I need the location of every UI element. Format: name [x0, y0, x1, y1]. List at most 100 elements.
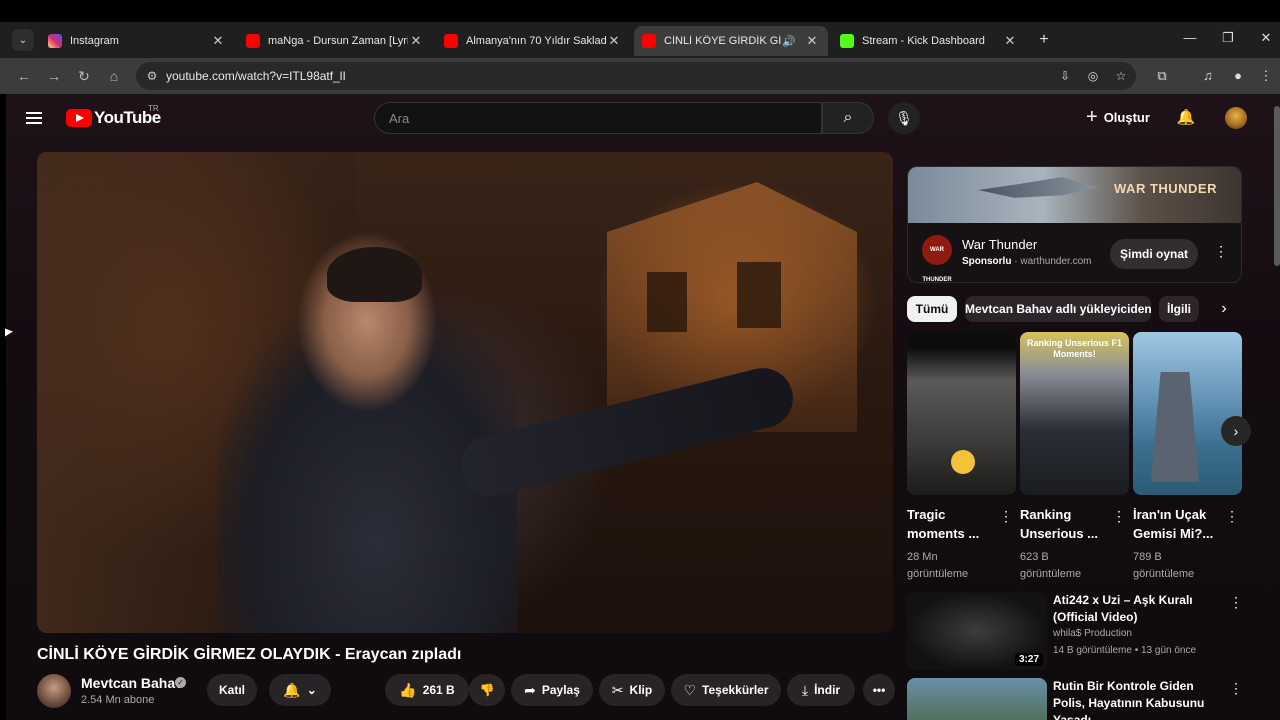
dislike-button[interactable]: 👎: [469, 674, 505, 706]
recommendation-channel[interactable]: whila$ Production: [1053, 628, 1132, 639]
tab-search-dropdown-icon[interactable]: ⌄: [12, 29, 34, 51]
filter-chips: Tümü Mevtcan Bahav adlı yükleyiciden İlg…: [907, 296, 1247, 324]
youtube-page: YouTube TR Ara ⌕ 🎙 + Oluştur 🔔 CİNLİ KÖY…: [6, 94, 1280, 720]
tab-cinli-koye-active[interactable]: CİNLİ KÖYE GİRDİK GİRMEZ 🔊 ✕: [634, 26, 828, 56]
forward-arrow-icon[interactable]: →: [44, 66, 64, 86]
search-input[interactable]: Ara: [374, 102, 822, 134]
eye-off-icon[interactable]: ◎: [1084, 68, 1102, 84]
chip-all[interactable]: Tümü: [907, 296, 957, 322]
youtube-header: YouTube TR Ara ⌕ 🎙 + Oluştur 🔔: [6, 94, 1280, 144]
bookmark-star-icon[interactable]: ☆: [1112, 68, 1130, 84]
more-vertical-icon[interactable]: ⋮: [1229, 594, 1243, 611]
youtube-icon: [444, 34, 458, 48]
more-actions-button[interactable]: •••: [863, 674, 895, 706]
more-vertical-icon[interactable]: ⋮: [1225, 508, 1239, 525]
minimize-icon[interactable]: —: [1180, 30, 1200, 45]
url-text[interactable]: youtube.com/watch?v=ITL98atf_lI: [166, 69, 346, 83]
thanks-label: Teşekkürler: [702, 683, 769, 697]
download-button[interactable]: ⤓ İndir: [787, 674, 855, 706]
maximize-icon[interactable]: ❐: [1218, 30, 1238, 46]
search-button[interactable]: ⌕: [822, 102, 874, 134]
youtube-logo[interactable]: YouTube TR: [66, 104, 161, 128]
short-item[interactable]: İran'ın Uçak Gemisi Mi?... 789 B görüntül…: [1133, 332, 1242, 583]
page-scrollbar[interactable]: [1274, 106, 1280, 266]
tab-manga-dursun-zaman[interactable]: maNga - Dursun Zaman [Lyrics ✕: [238, 26, 432, 56]
close-icon[interactable]: ✕: [210, 33, 226, 49]
recommendation-item[interactable]: 3:27 Ati242 x Uzi – Aşk Kuralı (Official…: [907, 592, 1247, 670]
address-bar[interactable]: ⚙ youtube.com/watch?v=ITL98atf_lI ⇩ ◎ ☆: [136, 62, 1136, 90]
extensions-icon[interactable]: ⧉: [1152, 66, 1172, 86]
tab-instagram[interactable]: Instagram ✕: [40, 26, 234, 56]
instagram-icon: [48, 34, 62, 48]
close-icon[interactable]: ✕: [804, 33, 820, 49]
home-icon[interactable]: ⌂: [104, 66, 124, 86]
recommendation-item[interactable]: Rutin Bir Kontrole Giden Polis, Hayatını…: [907, 678, 1247, 720]
close-icon[interactable]: ✕: [1002, 33, 1018, 49]
site-info-icon[interactable]: ⚙: [144, 68, 160, 84]
tab-almanya[interactable]: Almanya'nın 70 Yıldır Sakladığı ✕: [436, 26, 630, 56]
recommendation-title[interactable]: Ati242 x Uzi – Aşk Kuralı (Official Vide…: [1053, 592, 1223, 626]
short-title[interactable]: Tragic moments ...: [907, 505, 995, 543]
like-count: 261 B: [422, 683, 455, 697]
chip-related[interactable]: İlgili: [1159, 296, 1199, 322]
advertiser-logo: WAR THUNDER: [922, 235, 952, 282]
voice-search-button[interactable]: 🎙: [888, 102, 920, 134]
hamburger-menu-icon[interactable]: [26, 109, 46, 129]
shorts-shelf: Tragic moments ... 28 Mn görüntüleme ⋮ Ra…: [907, 332, 1251, 583]
window-close-icon[interactable]: ✕: [1256, 30, 1276, 46]
tab-kick-dashboard[interactable]: Stream - Kick Dashboard ✕: [832, 26, 1026, 56]
thanks-button[interactable]: ♡ Teşekkürler: [671, 674, 781, 706]
more-vertical-icon[interactable]: ⋮: [1112, 508, 1126, 525]
browser-menu-icon[interactable]: ⋮: [1256, 66, 1276, 86]
recommendation-thumbnail[interactable]: [907, 678, 1047, 720]
video-player[interactable]: [37, 152, 893, 633]
ad-banner-image[interactable]: WAR THUNDER: [908, 167, 1241, 223]
channel-name[interactable]: Mevtcan Bahav: [81, 675, 183, 691]
reload-icon[interactable]: ↻: [74, 66, 94, 86]
short-thumbnail[interactable]: [1133, 332, 1242, 495]
notifications-bell-icon[interactable]: 🔔: [1176, 108, 1196, 128]
profile-avatar-icon[interactable]: ●: [1228, 66, 1248, 86]
short-views: 789 B görüntüleme: [1133, 549, 1242, 583]
play-now-button[interactable]: Şimdi oynat: [1110, 239, 1198, 269]
tab-title: Stream - Kick Dashboard: [862, 35, 985, 47]
share-button[interactable]: ➦ Paylaş: [511, 674, 593, 706]
join-button[interactable]: Katıl: [207, 674, 257, 706]
short-view-count: 623 B: [1020, 551, 1049, 563]
close-icon[interactable]: ✕: [606, 33, 622, 49]
sponsored-ad-card[interactable]: WAR THUNDER WAR THUNDER War Thunder Spon…: [907, 166, 1242, 283]
short-item[interactable]: Tragic moments ... 28 Mn görüntüleme ⋮: [907, 332, 1016, 583]
ad-banner-text: WAR THUNDER: [1114, 181, 1217, 196]
youtube-icon: [642, 34, 656, 48]
chevron-right-icon[interactable]: ›: [1211, 296, 1237, 322]
media-controls-icon[interactable]: ♫: [1198, 66, 1218, 86]
more-vertical-icon[interactable]: ⋮: [1214, 243, 1228, 263]
subscription-bell-button[interactable]: 🔔 ⌄: [269, 674, 331, 706]
close-icon[interactable]: ✕: [408, 33, 424, 49]
short-title[interactable]: Ranking Unserious ...: [1020, 505, 1108, 543]
install-app-icon[interactable]: ⇩: [1056, 68, 1074, 84]
share-label: Paylaş: [541, 683, 580, 697]
create-button[interactable]: + Oluştur: [1086, 107, 1150, 127]
like-button[interactable]: 👍 261 B: [385, 674, 469, 706]
short-overlay-text: Ranking Unserious F1 Moments!: [1026, 338, 1123, 359]
back-arrow-icon[interactable]: ←: [14, 66, 34, 86]
more-vertical-icon[interactable]: ⋮: [999, 508, 1013, 525]
short-title[interactable]: İran'ın Uçak Gemisi Mi?...: [1133, 505, 1221, 543]
account-avatar[interactable]: [1225, 107, 1247, 129]
recommendation-title[interactable]: Rutin Bir Kontrole Giden Polis, Hayatını…: [1053, 678, 1223, 720]
more-vertical-icon[interactable]: ⋮: [1229, 680, 1243, 697]
chip-from-uploader[interactable]: Mevtcan Bahav adlı yükleyiciden: [965, 296, 1151, 322]
short-thumbnail[interactable]: Ranking Unserious F1 Moments!: [1020, 332, 1129, 495]
short-views: 623 B görüntüleme: [1020, 549, 1129, 583]
short-item[interactable]: Ranking Unserious F1 Moments! Ranking Un…: [1020, 332, 1129, 583]
short-thumbnail[interactable]: [907, 332, 1016, 495]
new-tab-plus-icon[interactable]: +: [1034, 30, 1054, 50]
chevron-right-icon[interactable]: ›: [1221, 416, 1251, 446]
clip-button[interactable]: ✂ Klip: [599, 674, 665, 706]
recommendation-thumbnail[interactable]: 3:27: [907, 592, 1047, 670]
speaker-icon[interactable]: 🔊: [782, 35, 798, 48]
screen: ⌄ Instagram ✕ maNga - Dursun Zaman [Lyri…: [0, 0, 1280, 720]
channel-avatar[interactable]: [37, 674, 71, 708]
bell-icon: 🔔: [283, 681, 301, 698]
